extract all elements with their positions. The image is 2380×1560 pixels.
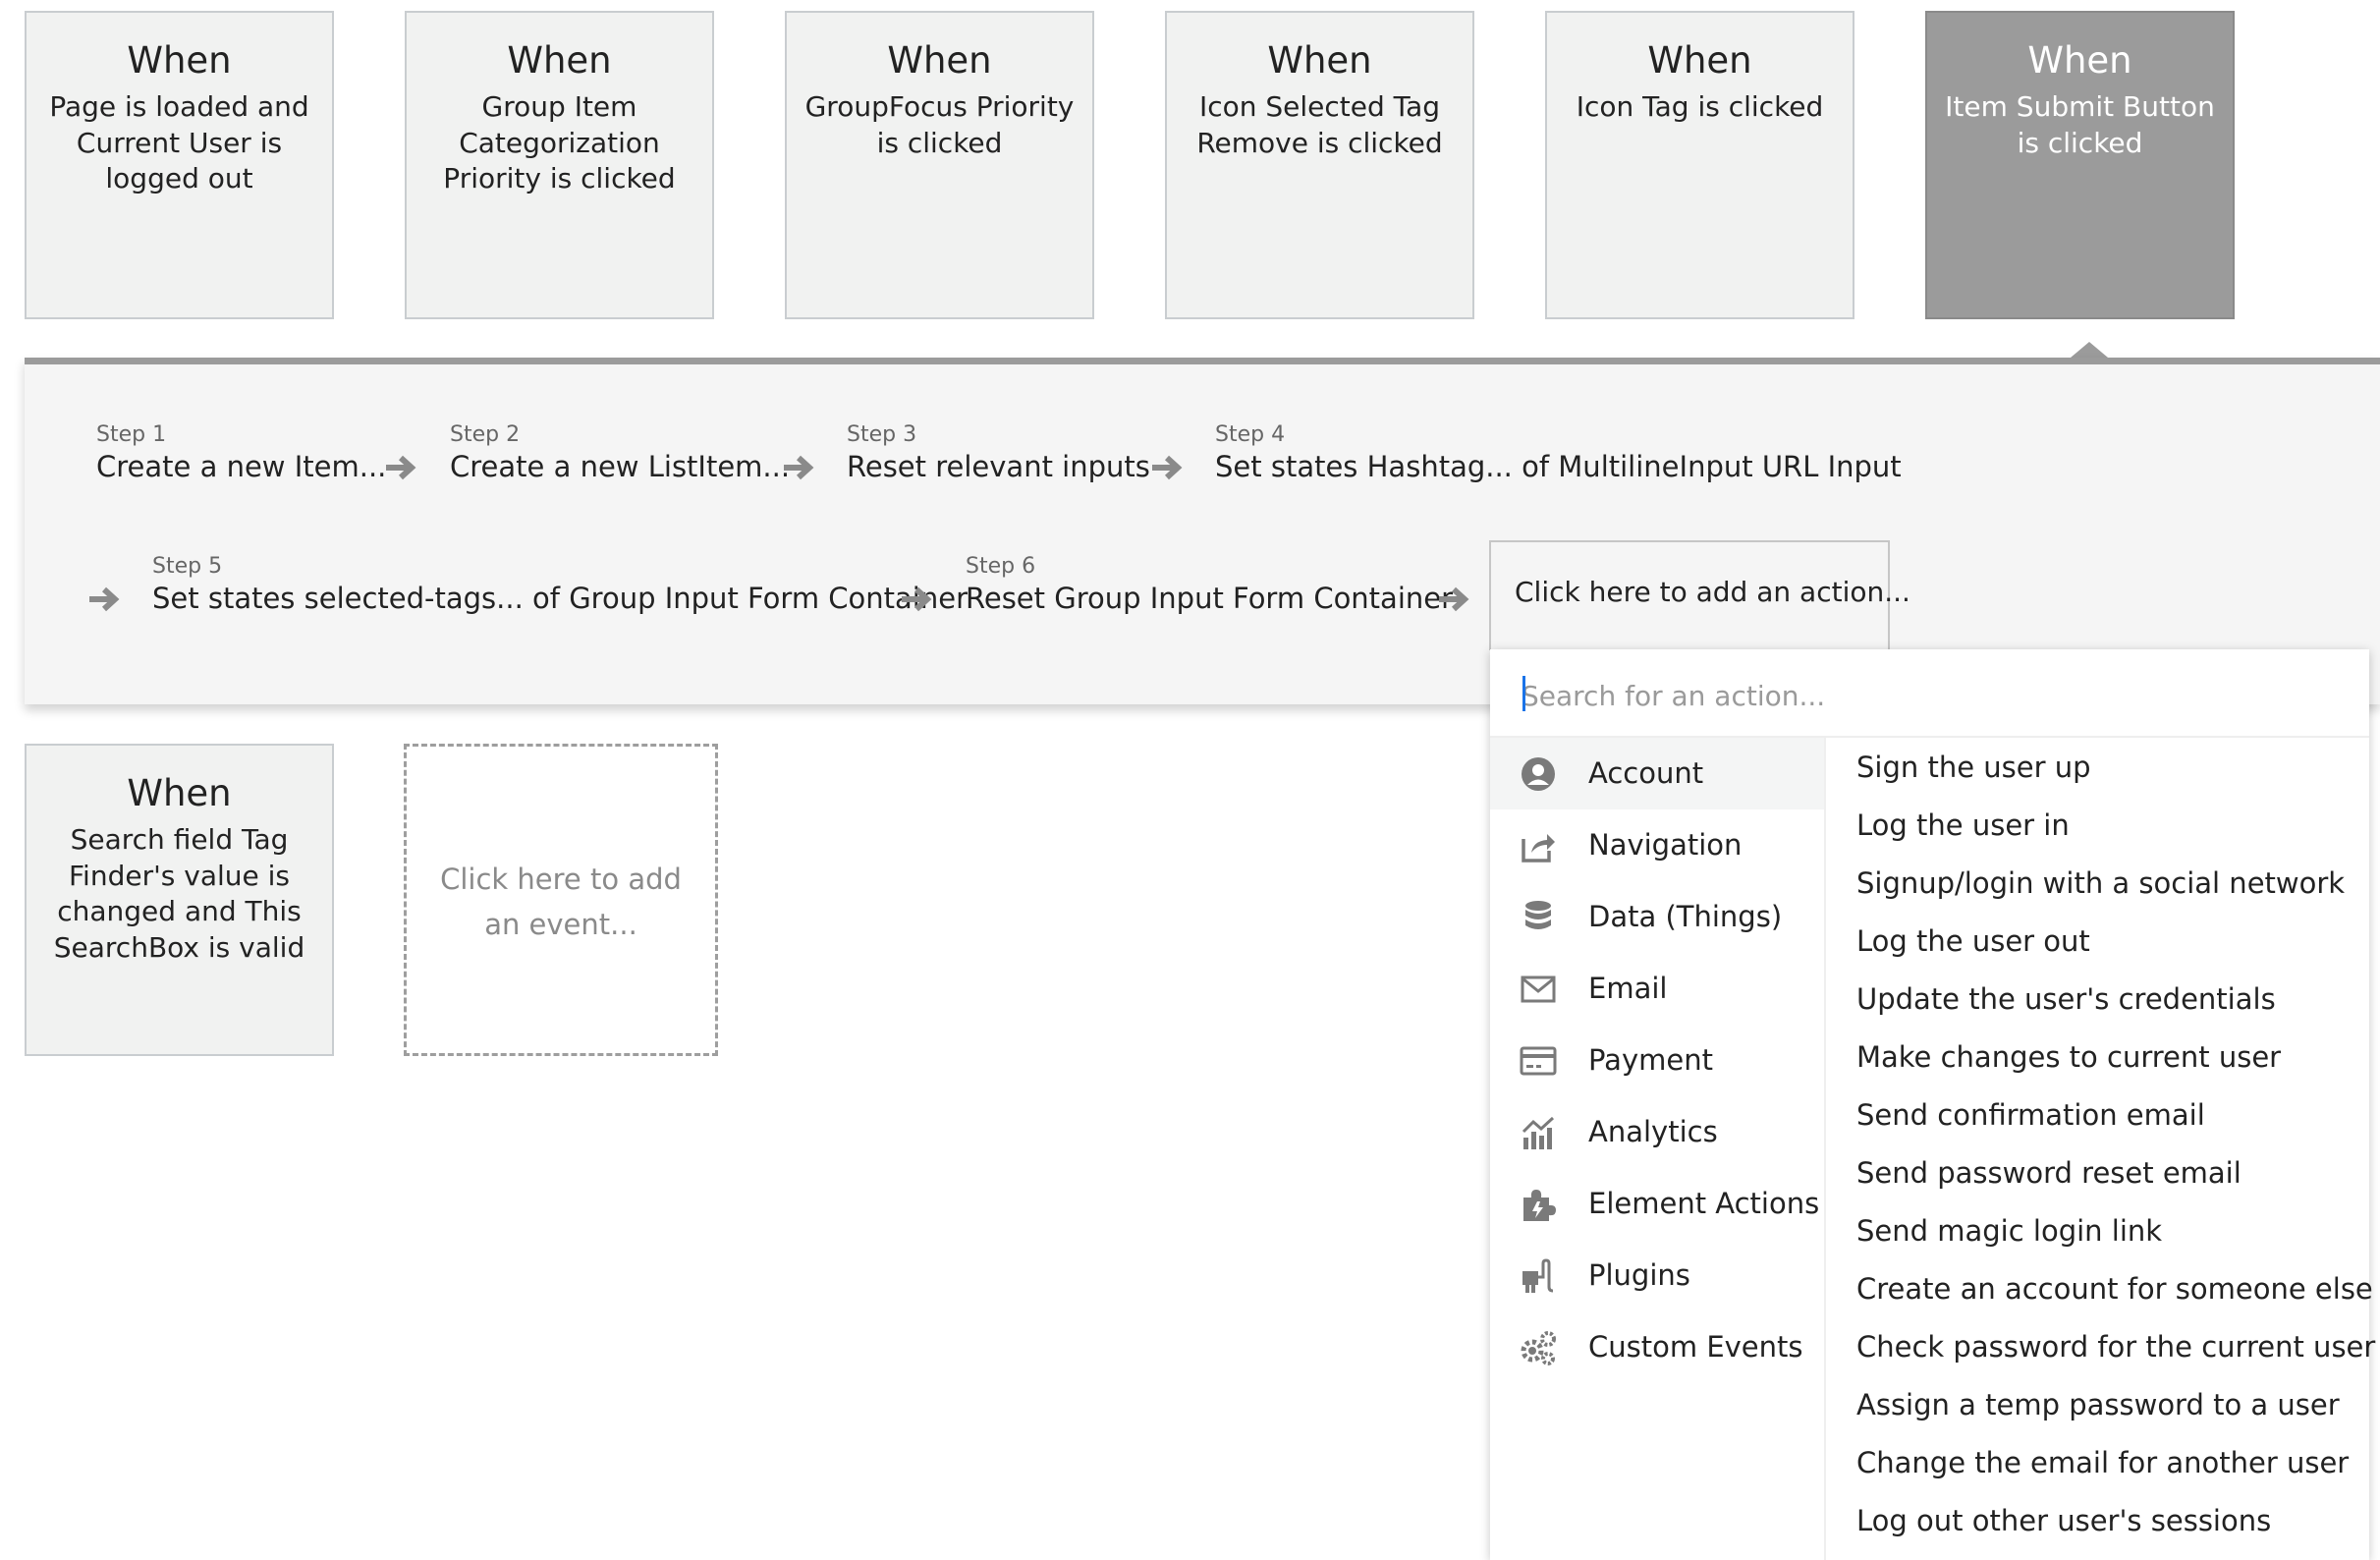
event-card[interactable]: When Page is loaded and Current User is … <box>25 11 334 319</box>
action-item[interactable]: Change the email for another user <box>1856 1441 2357 1499</box>
category-account[interactable]: Account <box>1490 738 1824 809</box>
step-number: Step 4 <box>1215 422 1286 447</box>
category-label: Email <box>1588 972 1668 1005</box>
event-card[interactable]: When Icon Selected Tag Remove is clicked <box>1165 11 1474 319</box>
action-category-list: Account Navigation Data (Things) Email P… <box>1490 738 1826 1560</box>
action-item[interactable]: Send confirmation email <box>1856 1093 2357 1151</box>
action-item[interactable]: Assign a temp password to a user <box>1856 1383 2357 1441</box>
workflow-step[interactable]: Step 6 Reset Group Input Form Container <box>966 554 1453 617</box>
action-search-input[interactable] <box>1520 673 2329 718</box>
action-item[interactable]: Sign the user up <box>1856 746 2357 804</box>
event-card[interactable]: When Group Item Categorization Priority … <box>405 11 714 319</box>
action-item[interactable]: Log out other user's sessions <box>1856 1499 2357 1557</box>
event-card[interactable]: When Search field Tag Finder's value is … <box>25 744 334 1056</box>
event-description: Search field Tag Finder's value is chang… <box>53 823 305 964</box>
category-label: Analytics <box>1588 1115 1718 1148</box>
step-description: Reset relevant inputs <box>847 450 1150 483</box>
category-label: Element Actions <box>1588 1187 1820 1220</box>
workflow-step[interactable]: Step 1 Create a new Item... <box>96 422 386 485</box>
event-when-label: When <box>507 39 612 82</box>
event-card[interactable]: When GroupFocus Priority is clicked <box>785 11 1094 319</box>
category-element-actions[interactable]: Element Actions <box>1490 1168 1824 1240</box>
workflow-step[interactable]: Step 4 Set states Hashtag... of Multilin… <box>1215 422 1902 485</box>
navigation-icon <box>1522 834 1555 863</box>
analytics-icon <box>1522 1116 1555 1149</box>
event-when-label: When <box>1647 39 1752 82</box>
action-dropdown: Account Navigation Data (Things) Email <box>1490 649 2375 1560</box>
action-item[interactable]: Check password for the current user <box>1856 1325 2375 1383</box>
category-label: Data (Things) <box>1588 900 1783 933</box>
arrow-right-icon <box>1152 455 1183 480</box>
event-when-label: When <box>127 772 232 814</box>
event-description: Group Item Categorization Priority is cl… <box>443 90 676 195</box>
text-caret <box>1522 676 1525 711</box>
add-action-button[interactable]: Click here to add an action... <box>1489 540 1910 650</box>
step-number: Step 6 <box>966 554 1036 579</box>
action-item[interactable]: Signup/login with a social network <box>1856 862 2357 919</box>
action-item[interactable]: Send password reset email <box>1856 1151 2357 1209</box>
step-number: Step 5 <box>152 554 223 579</box>
event-when-label: When <box>2027 39 2132 82</box>
category-label: Navigation <box>1588 828 1743 862</box>
category-label: Custom Events <box>1588 1330 1803 1364</box>
category-custom-events[interactable]: Custom Events <box>1490 1311 1824 1383</box>
action-item[interactable]: Log the user in <box>1856 804 2357 862</box>
step-description: Set states Hashtag... of MultilineInput … <box>1215 450 1902 483</box>
puzzle-icon <box>1523 1190 1556 1221</box>
plug-icon <box>1522 1258 1554 1293</box>
category-label: Account <box>1588 756 1704 790</box>
step-description: Create a new ListItem... <box>450 450 791 483</box>
database-icon <box>1525 901 1551 929</box>
event-when-label: When <box>1267 39 1372 82</box>
event-description: Item Submit Button is clicked <box>1945 90 2215 159</box>
step-number: Step 2 <box>450 422 521 447</box>
action-item[interactable]: Make changes to current user <box>1856 1035 2357 1093</box>
event-description: Icon Tag is clicked <box>1576 90 1824 123</box>
category-plugins[interactable]: Plugins <box>1490 1240 1824 1311</box>
workflow-step[interactable]: Step 5 Set states selected-tags... of Gr… <box>152 554 968 617</box>
event-description: GroupFocus Priority is clicked <box>804 90 1075 159</box>
category-navigation[interactable]: Navigation <box>1490 809 1824 881</box>
step-number: Step 1 <box>96 422 167 447</box>
event-when-label: When <box>887 39 992 82</box>
step-description: Create a new Item... <box>96 450 387 483</box>
email-icon <box>1521 975 1556 1003</box>
workflow-step[interactable]: Step 3 Reset relevant inputs <box>847 422 1150 485</box>
event-description: Icon Selected Tag Remove is clicked <box>1196 90 1443 159</box>
category-email[interactable]: Email <box>1490 953 1824 1025</box>
step-description: Set states selected-tags... of Group Inp… <box>152 582 969 615</box>
event-card[interactable]: When Icon Tag is clicked <box>1545 11 1854 319</box>
action-item[interactable]: Update the user's credentials <box>1856 977 2357 1035</box>
category-payment[interactable]: Payment <box>1490 1025 1824 1096</box>
category-data[interactable]: Data (Things) <box>1490 881 1824 953</box>
action-search-bar <box>1490 649 2369 738</box>
arrow-right-icon <box>1439 586 1469 612</box>
step-number: Step 3 <box>847 422 917 447</box>
arrow-right-icon <box>386 455 416 480</box>
event-description: Page is loaded and Current User is logge… <box>49 90 309 195</box>
category-label: Payment <box>1588 1043 1713 1077</box>
step-description: Reset Group Input Form Container <box>966 582 1454 615</box>
arrow-right-icon <box>902 586 932 612</box>
add-event-button[interactable]: Click here to add an event... <box>404 744 718 1056</box>
action-list: Sign the user up Log the user in Signup/… <box>1856 746 2375 1557</box>
selected-event-pointer <box>2071 342 2108 358</box>
arrow-right-icon <box>784 455 814 480</box>
event-when-label: When <box>127 39 232 82</box>
arrow-right-icon <box>89 586 120 612</box>
account-icon <box>1522 757 1555 791</box>
gears-icon <box>1521 1331 1556 1365</box>
action-item[interactable]: Log the user out <box>1856 919 2357 977</box>
event-card-selected[interactable]: When Item Submit Button is clicked <box>1925 11 2235 319</box>
action-item[interactable]: Create an account for someone else <box>1856 1267 2373 1325</box>
workflow-step[interactable]: Step 2 Create a new ListItem... <box>450 422 790 485</box>
credit-card-icon <box>1520 1046 1557 1076</box>
action-item[interactable]: Send magic login link <box>1856 1209 2357 1267</box>
category-analytics[interactable]: Analytics <box>1490 1096 1824 1168</box>
category-label: Plugins <box>1588 1258 1690 1292</box>
